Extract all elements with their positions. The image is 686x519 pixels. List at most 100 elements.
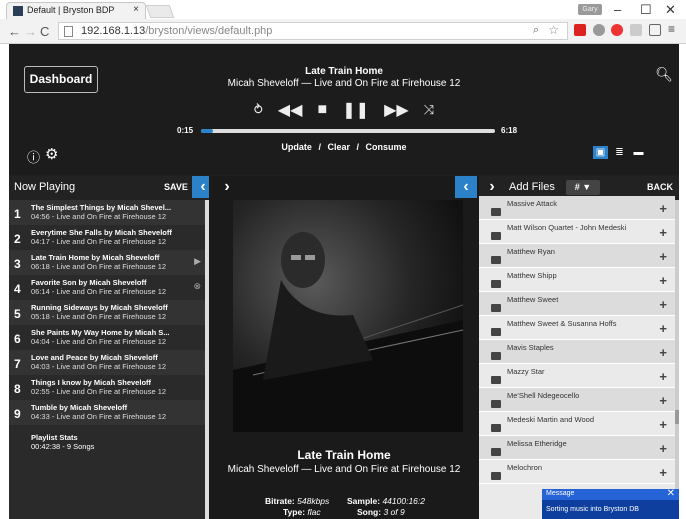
previous-icon[interactable]: ◀◀ — [278, 100, 303, 120]
chevron-right-icon[interactable]: › — [216, 176, 238, 198]
folder-icon — [491, 256, 501, 264]
repeat-icon[interactable]: ⥁ — [254, 102, 263, 118]
add-icon[interactable]: + — [659, 465, 667, 480]
folder-icon — [491, 208, 501, 216]
progress-bar[interactable] — [201, 129, 495, 133]
next-icon[interactable]: ▶▶ — [384, 100, 409, 120]
toast-title: Message — [546, 490, 575, 497]
playlist-item[interactable]: 7 Love and Peace by Micah Sheveloff 04:03 … — [9, 350, 205, 375]
window-close-icon[interactable]: ✕ — [665, 2, 676, 18]
playlist-item[interactable]: 4 Favorite Son by Micah Sheveloff 06:14 - … — [9, 275, 205, 300]
zoom-icon[interactable]: ⌕ — [533, 24, 539, 37]
sort-dropdown[interactable]: # ▼ — [566, 180, 600, 195]
page-icon — [64, 26, 73, 37]
minimize-icon[interactable]: – — [614, 2, 621, 17]
list-item[interactable]: Matthew Sweet & Susanna Hoffs + — [479, 316, 675, 340]
remove-icon[interactable]: ⊗ — [193, 281, 201, 292]
album-title: Late Train Home — [297, 448, 391, 462]
forward-icon[interactable]: → — [24, 24, 37, 39]
browser-tab[interactable]: Default | Bryston BDP × — [6, 2, 146, 19]
add-icon[interactable]: + — [659, 321, 667, 336]
list-item[interactable]: Matthew Ryan + — [479, 244, 675, 268]
add-icon[interactable]: + — [659, 225, 667, 240]
playback-controls: ⥁ ◀◀ ■ ❚❚ ▶▶ ⤨ — [9, 100, 679, 120]
scrollbar-thumb[interactable] — [675, 410, 679, 424]
queue-operations: Update / Clear / Consume — [9, 142, 679, 152]
shuffle-icon[interactable]: ⤨ — [424, 102, 434, 118]
list-item[interactable]: Melissa Etheridge + — [479, 436, 675, 460]
type-meta: Type: flac — [283, 507, 321, 517]
extension-icon[interactable] — [611, 24, 623, 36]
add-icon[interactable]: + — [659, 417, 667, 432]
extension-icon[interactable] — [593, 24, 605, 36]
playlist-item[interactable]: 2 Everytime She Falls by Micah Sheveloff 0… — [9, 225, 205, 250]
time-elapsed: 0:15 — [177, 126, 194, 135]
add-icon[interactable]: + — [659, 369, 667, 384]
toast-message: Sorting music into Bryston DB — [546, 506, 639, 513]
bookmark-star-icon[interactable]: ☆ — [548, 23, 559, 37]
add-icon[interactable]: + — [659, 273, 667, 288]
add-icon[interactable]: + — [659, 393, 667, 408]
save-button[interactable]: SAVE — [164, 182, 188, 192]
play-icon[interactable]: ▶ — [194, 256, 201, 267]
favicon-icon — [13, 6, 23, 16]
add-icon[interactable]: + — [659, 441, 667, 456]
list-item[interactable]: Mazzy Star + — [479, 364, 675, 388]
library-scrollbar[interactable] — [675, 200, 679, 519]
list-item[interactable]: Matt Wilson Quartet - John Medeski + — [479, 220, 675, 244]
chevron-left-icon[interactable]: ‹ — [455, 176, 477, 198]
profile-badge[interactable]: Gary — [578, 4, 602, 15]
playlist-item[interactable]: 9 Tumble by Micah Sheveloff 04:33 - Live a… — [9, 400, 205, 425]
library-browser: Massive Attack + Matt Wilson Quartet - Jo… — [479, 196, 679, 519]
back-icon[interactable]: ← — [8, 24, 21, 39]
clear-link[interactable]: Clear — [327, 142, 350, 152]
list-item[interactable]: Medeski Martin and Wood + — [479, 412, 675, 436]
update-link[interactable]: Update — [281, 142, 312, 152]
extension-icon[interactable] — [630, 24, 642, 36]
add-files-title: Add Files — [509, 181, 555, 193]
album-subtitle: Micah Sheveloff — Live and On Fire at Fi… — [227, 464, 461, 475]
message-toast: Message ✕ Sorting music into Bryston DB — [542, 488, 679, 519]
list-icon: ≣ — [615, 147, 624, 158]
add-icon[interactable]: + — [659, 345, 667, 360]
reload-icon[interactable]: C — [40, 24, 49, 39]
list-item[interactable]: Matthew Sweet + — [479, 292, 675, 316]
menu-icon[interactable]: ≡ — [668, 22, 680, 36]
folder-icon — [491, 352, 501, 360]
cast-icon[interactable] — [649, 24, 661, 36]
playlist-item[interactable]: 5 Running Sideways by Micah Sheveloff 05:1… — [9, 300, 205, 325]
track-subtitle: Micah Sheveloff — Live and On Fire at Fi… — [227, 78, 461, 89]
folder-icon — [491, 424, 501, 432]
new-tab-button[interactable] — [145, 5, 175, 18]
playlist-item[interactable]: 1 The Simplest Things by Micah Shevel... 0… — [9, 200, 205, 225]
chevron-right-icon[interactable]: › — [481, 176, 503, 198]
folder-icon — [491, 376, 501, 384]
playlist: 1 The Simplest Things by Micah Shevel... 0… — [9, 200, 209, 519]
add-icon[interactable]: + — [659, 297, 667, 312]
extension-icon[interactable] — [574, 24, 586, 36]
list-item[interactable]: Melochron + — [479, 460, 675, 484]
list-item[interactable]: Matthew Shipp + — [479, 268, 675, 292]
url-text: 192.168.1.13/bryston/views/default.php — [81, 25, 273, 37]
playlist-item[interactable]: 3 Late Train Home by Micah Sheveloff 06:18… — [9, 250, 205, 275]
close-icon[interactable]: ✕ — [667, 488, 675, 499]
view-list-button[interactable]: ≣ — [612, 146, 627, 159]
maximize-icon[interactable]: ☐ — [640, 2, 652, 18]
now-playing-panel: Late Train Home Micah Sheveloff — Live a… — [209, 200, 479, 519]
view-cover-button[interactable]: ▣ — [593, 146, 608, 159]
add-icon[interactable]: + — [659, 201, 667, 216]
stop-icon[interactable]: ■ — [317, 101, 327, 119]
add-icon[interactable]: + — [659, 249, 667, 264]
consume-link[interactable]: Consume — [366, 142, 407, 152]
playlist-item[interactable]: 6 She Paints My Way Home by Micah S... 04:… — [9, 325, 205, 350]
list-item[interactable]: Massive Attack + — [479, 196, 675, 220]
toast-header: Message — [542, 489, 679, 500]
tab-close-icon[interactable]: × — [133, 4, 139, 15]
list-item[interactable]: Me'Shell Ndegeocello + — [479, 388, 675, 412]
list-item[interactable]: Mavis Staples + — [479, 340, 675, 364]
view-compact-button[interactable]: ▬ — [631, 146, 646, 159]
address-bar[interactable]: 192.168.1.13/bryston/views/default.php ⌕… — [58, 22, 568, 40]
back-button[interactable]: BACK — [647, 182, 673, 192]
playlist-item[interactable]: 8 Things I know by Micah Sheveloff 02:55 -… — [9, 375, 205, 400]
pause-icon[interactable]: ❚❚ — [342, 100, 369, 120]
